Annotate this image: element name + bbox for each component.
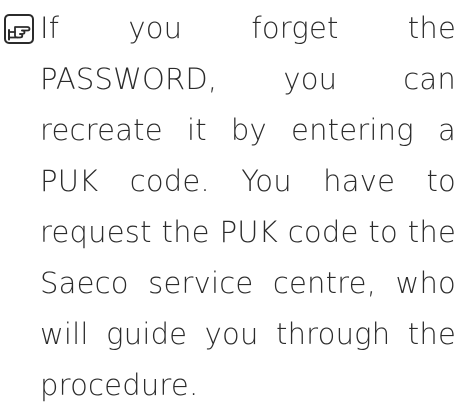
pointing-hand-icon <box>4 14 34 44</box>
note-text: If you forget the PASSWORD, you can recr… <box>40 11 456 402</box>
note-block: If you forget the PASSWORD, you can recr… <box>0 0 463 402</box>
